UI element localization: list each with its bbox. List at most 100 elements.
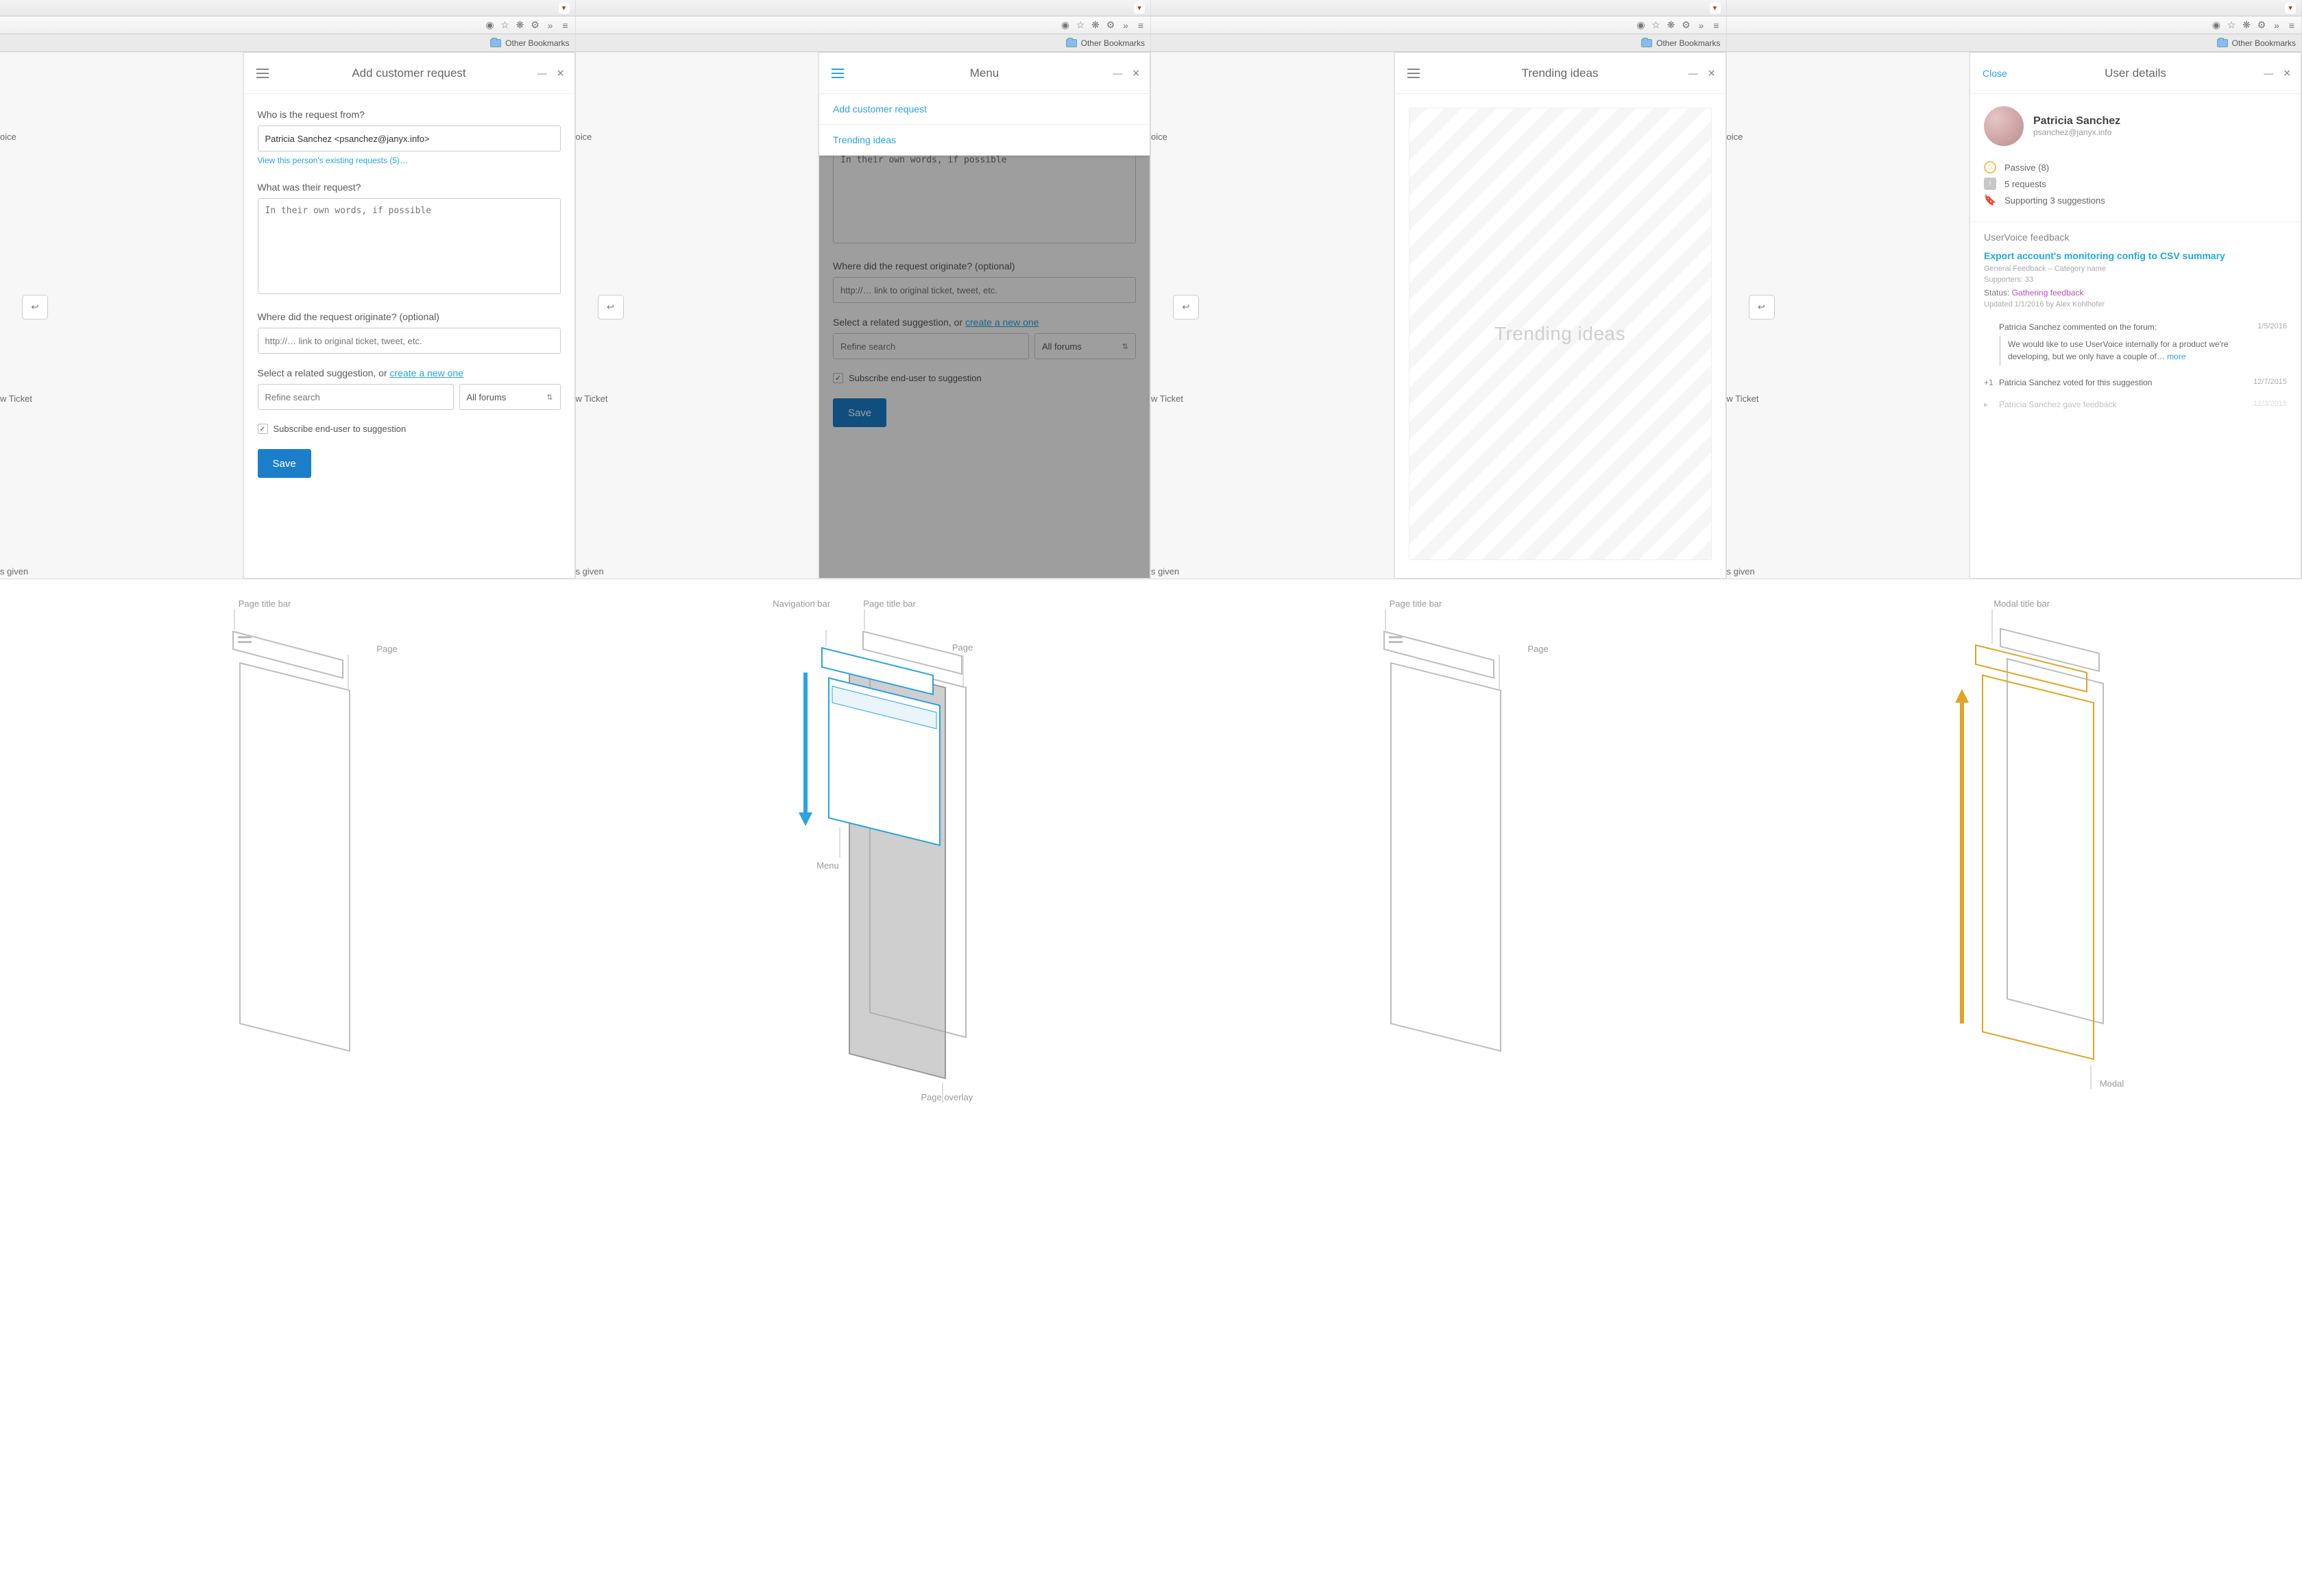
extension-icon[interactable]: ▾ [559, 3, 570, 14]
existing-requests-link[interactable]: View this person's existing requests (5)… [258, 156, 409, 165]
label-page-overlay: Page overlay [921, 1092, 973, 1102]
extension-icon[interactable]: ▾ [1134, 3, 1145, 14]
back-button[interactable]: ↩ [1749, 295, 1775, 319]
menu-item-add-request[interactable]: Add customer request [819, 94, 1150, 125]
back-button[interactable]: ↩ [22, 295, 48, 319]
eye-icon[interactable]: ◉ [1636, 20, 1647, 31]
chevrons-icon[interactable]: » [1696, 20, 1707, 31]
feedback-supporters: Supporters: 33 [1984, 276, 2287, 284]
other-bookmarks[interactable]: Other Bookmarks [1081, 38, 1145, 48]
other-bookmarks[interactable]: Other Bookmarks [2232, 38, 2296, 48]
evernote-icon[interactable]: ❋ [515, 20, 526, 31]
diagram-page-repeat: Page title bar Page [1316, 598, 1562, 1120]
extension-icon[interactable]: ▾ [1710, 3, 1721, 14]
evernote-icon[interactable]: ❋ [1666, 20, 1677, 31]
activity-comment: Patricia Sanchez commented on the forum:… [1984, 319, 2287, 368]
origin-input[interactable] [258, 328, 561, 354]
save-button[interactable]: Save [258, 449, 311, 478]
eye-icon[interactable]: ◉ [2211, 20, 2222, 31]
menu-item-trending[interactable]: Trending ideas [819, 125, 1150, 156]
close-button[interactable]: ✕ [1708, 67, 1716, 79]
trending-panel: Trending ideas — ✕ Trending ideas [1394, 52, 1726, 579]
other-bookmarks[interactable]: Other Bookmarks [505, 38, 569, 48]
menu-icon[interactable] [832, 69, 844, 78]
close-button[interactable]: ✕ [1132, 67, 1140, 79]
gear-icon[interactable]: ⚙ [1105, 20, 1116, 31]
gear-icon[interactable]: ⚙ [2256, 20, 2267, 31]
eye-icon[interactable]: ◉ [485, 20, 496, 31]
feedback-section-label: UserVoice feedback [1984, 232, 2287, 243]
minimize-button[interactable]: — [537, 67, 547, 79]
back-button[interactable]: ↩ [598, 295, 624, 319]
feedback-category: General Feedback – Category name [1984, 265, 2287, 273]
feedback-title-link[interactable]: Export account's monitoring config to CS… [1984, 250, 2287, 262]
bookmarks-bar: Other Bookmarks [1151, 34, 1726, 52]
label-modal: Modal [2100, 1078, 2124, 1089]
label-page: Page [376, 644, 397, 654]
panel-header: Trending ideas — ✕ [1395, 53, 1725, 94]
hamburger-icon[interactable]: ≡ [1135, 20, 1146, 31]
star-icon[interactable]: ☆ [500, 20, 511, 31]
other-bookmarks[interactable]: Other Bookmarks [1656, 38, 1720, 48]
stat-requests: ! 5 requests [1984, 178, 2287, 190]
subscribe-label: Subscribe end-user to suggestion [274, 424, 407, 434]
activity-timestamp: 1/5/2016 [2257, 322, 2287, 330]
overlay-shade[interactable] [819, 94, 1150, 578]
more-link[interactable]: more [2167, 352, 2185, 361]
menu-icon[interactable] [1407, 69, 1420, 78]
refine-search-input[interactable] [258, 384, 454, 410]
minimize-button[interactable]: — [1113, 67, 1122, 79]
close-link[interactable]: Close [1983, 68, 2007, 79]
bg-fragment: s given [576, 566, 604, 577]
chevrons-icon[interactable]: » [1120, 20, 1131, 31]
extension-icon[interactable]: ▾ [2285, 3, 2296, 14]
label-page-title-bar: Page title bar [239, 598, 291, 609]
tag-icon: 🔖 [1984, 194, 1996, 206]
subscribe-checkbox[interactable]: ✓ Subscribe end-user to suggestion [258, 424, 561, 434]
panel-title: User details [2105, 66, 2166, 80]
evernote-icon[interactable]: ❋ [1090, 20, 1101, 31]
menu-icon[interactable] [256, 69, 269, 78]
gear-icon[interactable]: ⚙ [1681, 20, 1692, 31]
chevrons-icon[interactable]: » [2271, 20, 2282, 31]
minimize-button[interactable]: — [2264, 67, 2273, 79]
hamburger-icon[interactable]: ≡ [560, 20, 571, 31]
create-new-link[interactable]: create a new one [390, 367, 463, 378]
gear-icon[interactable]: ⚙ [530, 20, 541, 31]
panel-header: Add customer request — ✕ [244, 53, 574, 94]
question-from: Who is the request from? [258, 109, 561, 120]
plus-one-icon: +1 [1984, 378, 1999, 387]
hamburger-icon[interactable]: ≡ [1711, 20, 1722, 31]
from-input[interactable] [258, 125, 561, 152]
star-icon[interactable]: ☆ [1651, 20, 1662, 31]
back-button[interactable]: ↩ [1173, 295, 1199, 319]
forum-dropdown[interactable]: All forums⇅ [459, 384, 561, 410]
diagram-svg [1316, 598, 1562, 1120]
bg-fragment: oice [576, 132, 592, 142]
browser-window: ▾ ◉ ☆ ❋ ⚙ » ≡ Other Bookmarks oice ↩ w T… [0, 0, 576, 579]
bg-fragment: w Ticket [576, 394, 608, 404]
note-icon: ▸ [1984, 400, 1999, 409]
close-button[interactable]: ✕ [557, 67, 565, 79]
browser-window: ▾ ◉ ☆ ❋ ⚙ » ≡ Other Bookmarks oice ↩ w T… [576, 0, 1152, 579]
bookmarks-bar: Other Bookmarks [576, 34, 1151, 52]
bg-fragment: s given [1151, 566, 1179, 577]
add-request-panel-dimmed: Menu — ✕ View this person's existing req… [819, 52, 1150, 579]
folder-icon [2217, 39, 2228, 47]
chevrons-icon[interactable]: » [545, 20, 556, 31]
star-icon[interactable]: ☆ [1075, 20, 1086, 31]
bookmarks-bar: Other Bookmarks [1727, 34, 2302, 52]
bg-fragment: oice [1151, 132, 1167, 142]
folder-icon [1066, 39, 1077, 47]
folder-icon [1641, 39, 1652, 47]
star-icon[interactable]: ☆ [2226, 20, 2237, 31]
minimize-button[interactable]: — [1688, 67, 1698, 79]
hamburger-icon[interactable]: ≡ [2286, 20, 2297, 31]
request-textarea[interactable] [258, 198, 561, 294]
eye-icon[interactable]: ◉ [1060, 20, 1071, 31]
app-body: oice ↩ w Ticket s given Trending ideas —… [1151, 52, 1726, 579]
bookmarks-bar: Other Bookmarks [0, 34, 575, 52]
close-button[interactable]: ✕ [2283, 67, 2291, 79]
evernote-icon[interactable]: ❋ [2241, 20, 2252, 31]
panel-title: Trending ideas [1522, 66, 1599, 80]
